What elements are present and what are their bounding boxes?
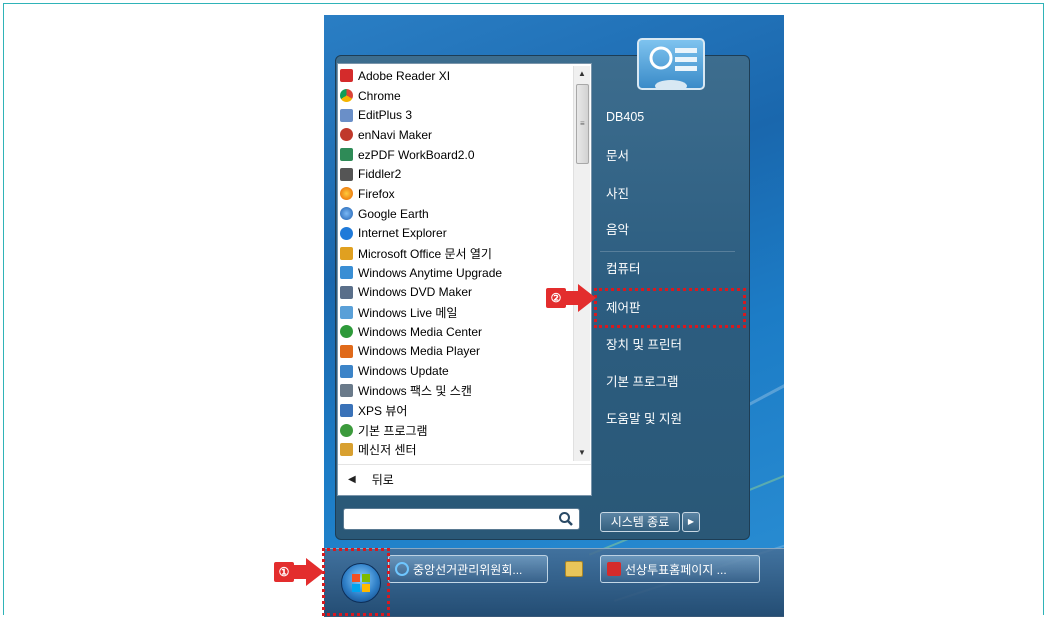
dvd-maker-icon bbox=[340, 285, 353, 299]
menu-separator bbox=[600, 251, 735, 252]
program-item[interactable]: Windows Anytime Upgrade bbox=[338, 263, 570, 283]
search-box[interactable] bbox=[343, 508, 580, 530]
live-mail-icon bbox=[340, 305, 353, 319]
chrome-icon bbox=[340, 89, 353, 103]
adobe-reader-icon bbox=[340, 69, 353, 83]
program-item[interactable]: Windows Update bbox=[338, 361, 570, 381]
search-icon[interactable] bbox=[557, 510, 575, 528]
menu-pictures[interactable]: 사진 bbox=[606, 182, 726, 206]
internet-explorer-icon bbox=[340, 226, 353, 240]
program-item[interactable]: ezPDF WorkBoard2.0 bbox=[338, 145, 570, 165]
windows-update-icon bbox=[340, 364, 353, 378]
program-item[interactable]: Windows Live 메일 bbox=[338, 302, 570, 322]
callout-arrow-stem bbox=[566, 291, 578, 305]
windows-upgrade-icon bbox=[340, 266, 353, 280]
callout-arrow-stem bbox=[294, 565, 306, 579]
fax-scan-icon bbox=[340, 384, 353, 398]
program-item[interactable]: Windows DVD Maker bbox=[338, 283, 570, 303]
callout-step-2: ② bbox=[546, 284, 596, 312]
program-item[interactable]: Firefox bbox=[338, 184, 570, 204]
ennavi-icon bbox=[340, 128, 353, 142]
scroll-thumb[interactable]: ≡ bbox=[576, 84, 589, 164]
messenger-center-icon bbox=[340, 443, 353, 457]
media-player-icon bbox=[340, 344, 353, 358]
program-item[interactable]: Google Earth bbox=[338, 204, 570, 224]
user-picture[interactable] bbox=[637, 38, 705, 92]
media-center-icon bbox=[340, 325, 353, 339]
program-item[interactable]: Windows Media Center bbox=[338, 322, 570, 342]
menu-music[interactable]: 음악 bbox=[606, 218, 726, 242]
shutdown-button[interactable]: 시스템 종료 bbox=[600, 512, 680, 532]
program-item[interactable]: Internet Explorer bbox=[338, 224, 570, 244]
menu-default-programs[interactable]: 기본 프로그램 bbox=[606, 370, 726, 394]
menu-help-support[interactable]: 도움말 및 지원 bbox=[606, 407, 726, 431]
program-item[interactable]: XPS 뷰어 bbox=[338, 401, 570, 421]
search-input[interactable] bbox=[347, 511, 551, 529]
program-list: Adobe Reader XI Chrome EditPlus 3 enNavi… bbox=[338, 66, 570, 460]
ezpdf-icon bbox=[340, 148, 353, 162]
program-item[interactable]: Windows 팩스 및 스캔 bbox=[338, 381, 570, 401]
start-button-highlight bbox=[322, 548, 390, 616]
taskbar-item-nec[interactable]: 중앙선거관리위원회... bbox=[388, 555, 548, 583]
scroll-up-arrow-icon[interactable]: ▲ bbox=[574, 66, 590, 82]
step-number-badge: ② bbox=[546, 288, 566, 308]
program-item[interactable]: Chrome bbox=[338, 86, 570, 106]
menu-user[interactable]: DB405 bbox=[606, 105, 726, 129]
back-button[interactable]: ◀ 뒤로 bbox=[338, 464, 591, 493]
control-panel-highlight bbox=[594, 288, 746, 328]
scroll-grip-icon: ≡ bbox=[580, 119, 585, 128]
internet-explorer-icon bbox=[395, 562, 409, 576]
back-arrow-icon: ◀ bbox=[348, 473, 356, 485]
step-number-badge: ① bbox=[274, 562, 294, 582]
right-arrow-icon bbox=[306, 558, 324, 586]
programs-pane: Adobe Reader XI Chrome EditPlus 3 enNavi… bbox=[337, 63, 592, 496]
callout-step-1: ① bbox=[274, 558, 324, 586]
user-picture-icon bbox=[649, 46, 697, 92]
program-item[interactable]: Adobe Reader XI bbox=[338, 66, 570, 86]
menu-computer[interactable]: 컴퓨터 bbox=[606, 257, 726, 281]
vote-site-icon bbox=[607, 562, 621, 576]
program-item[interactable]: Fiddler2 bbox=[338, 164, 570, 184]
right-arrow-icon bbox=[578, 284, 596, 312]
program-item[interactable]: 기본 프로그램 bbox=[338, 420, 570, 440]
editplus-icon bbox=[340, 108, 353, 122]
fiddler-icon bbox=[340, 167, 353, 181]
program-item[interactable]: EditPlus 3 bbox=[338, 105, 570, 125]
folder-icon[interactable] bbox=[565, 561, 583, 577]
google-earth-icon bbox=[340, 207, 353, 221]
menu-devices-printers[interactable]: 장치 및 프린터 bbox=[606, 333, 726, 357]
default-programs-icon bbox=[340, 423, 353, 437]
taskbar-item-vote[interactable]: 선상투표홈페이지 ... bbox=[600, 555, 760, 583]
program-item[interactable]: Microsoft Office 문서 열기 bbox=[338, 243, 570, 263]
shutdown-options-arrow-icon[interactable]: ▶ bbox=[682, 512, 700, 532]
program-item[interactable]: 메신저 센터 bbox=[338, 440, 570, 460]
office-open-icon bbox=[340, 246, 353, 260]
menu-documents[interactable]: 문서 bbox=[606, 144, 726, 168]
program-item[interactable]: enNavi Maker bbox=[338, 125, 570, 145]
firefox-icon bbox=[340, 187, 353, 201]
xps-viewer-icon bbox=[340, 404, 353, 418]
program-item[interactable]: Windows Media Player bbox=[338, 342, 570, 362]
scroll-down-arrow-icon[interactable]: ▼ bbox=[574, 445, 590, 461]
back-label: 뒤로 bbox=[371, 472, 394, 487]
program-list-scrollbar[interactable]: ▲ ≡ ▼ bbox=[573, 66, 590, 461]
